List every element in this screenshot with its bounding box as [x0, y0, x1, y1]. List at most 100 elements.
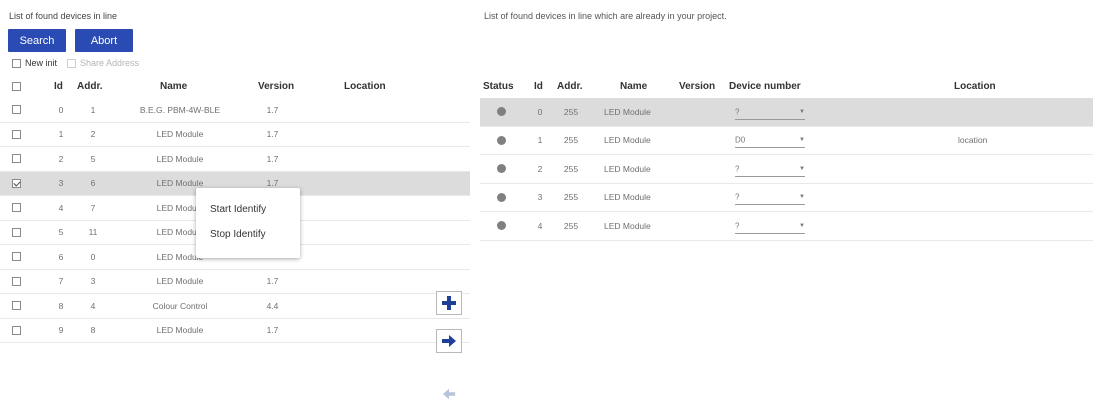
- right-panel-title: List of found devices in line which are …: [484, 11, 727, 21]
- chevron-down-icon: ▼: [799, 194, 805, 201]
- row-checkbox[interactable]: [12, 301, 21, 311]
- col-status[interactable]: Status: [483, 81, 514, 92]
- col-name[interactable]: Name: [620, 81, 647, 92]
- row-checkbox[interactable]: [12, 178, 21, 188]
- cell-location: [958, 212, 1018, 240]
- stop-identify-item[interactable]: Stop Identify: [210, 229, 266, 240]
- col-id[interactable]: Id: [54, 81, 63, 92]
- table-row[interactable]: 2 255 LED Module? ▼: [480, 155, 1093, 184]
- cell-addr: 255: [563, 135, 579, 146]
- cell-version: [680, 184, 720, 212]
- cell-location: [320, 270, 420, 294]
- col-addr[interactable]: Addr.: [77, 81, 103, 92]
- col-device-number[interactable]: Device number: [729, 81, 801, 92]
- status-dot: [497, 135, 506, 145]
- row-checkbox[interactable]: [12, 252, 21, 262]
- col-version[interactable]: Version: [679, 81, 715, 92]
- cell-version: 1.7: [266, 129, 279, 140]
- device-number-select[interactable]: ? ▼: [735, 184, 805, 212]
- cell-location: [320, 319, 420, 343]
- share-address-checkbox: [67, 58, 77, 68]
- add-button[interactable]: [436, 291, 462, 315]
- new-init-checkbox[interactable]: [12, 58, 21, 68]
- cell-addr: 3: [90, 276, 96, 287]
- device-number-value: ?: [735, 192, 740, 202]
- transfer-right-button[interactable]: [436, 329, 462, 353]
- cell-name: LED Module: [156, 325, 204, 336]
- search-button[interactable]: Search: [8, 29, 66, 52]
- table-row[interactable]: 1 255 LED Module location D0 ▼: [480, 126, 1093, 155]
- col-addr[interactable]: Addr.: [557, 81, 583, 92]
- table-row[interactable]: 0 255 LED Module? ▼: [480, 98, 1093, 127]
- cell-name: B.E.G. PBM-4W-BLE: [139, 104, 221, 115]
- left-table-header: Id Addr. Name Version Location: [0, 76, 470, 98]
- cell-addr: 5: [90, 153, 96, 164]
- status-dot: [497, 221, 506, 231]
- col-name[interactable]: Name: [160, 81, 187, 92]
- row-checkbox[interactable]: [12, 203, 21, 213]
- cell-location: [320, 196, 420, 220]
- device-number-select[interactable]: ? ▼: [735, 155, 805, 183]
- table-row[interactable]: 3 255 LED Module? ▼: [480, 183, 1093, 212]
- context-menu: Start Identify Stop Identify: [196, 188, 300, 258]
- row-checkbox[interactable]: [12, 154, 21, 164]
- col-location[interactable]: Location: [344, 81, 386, 92]
- cell-location: [320, 221, 420, 245]
- cell-location: [320, 172, 420, 196]
- row-checkbox[interactable]: [12, 129, 21, 139]
- cell-id: 5: [58, 227, 64, 238]
- cell-id: 1: [58, 129, 64, 140]
- device-number-select[interactable]: ? ▼: [735, 212, 805, 240]
- abort-button[interactable]: Abort: [75, 29, 133, 52]
- table-row[interactable]: 4 255 LED Module? ▼: [480, 212, 1093, 241]
- share-address-label: Share Address: [80, 58, 140, 68]
- device-number-select[interactable]: ? ▼: [735, 98, 805, 126]
- device-number-value: ?: [735, 164, 740, 174]
- cell-location: [958, 98, 1018, 126]
- cell-name: Colour Control: [152, 300, 208, 311]
- chevron-down-icon: ▼: [799, 108, 805, 115]
- cell-id: 2: [537, 163, 543, 174]
- cell-version: [680, 155, 720, 183]
- table-row[interactable]: 7 3 LED Module 1.7: [0, 270, 470, 294]
- row-checkbox[interactable]: [12, 227, 21, 237]
- cell-name: LED Module: [604, 192, 651, 203]
- cell-location: [320, 147, 420, 171]
- select-all-checkbox[interactable]: [12, 82, 21, 91]
- table-row[interactable]: 9 8 LED Module 1.7: [0, 319, 470, 343]
- cell-version: [680, 212, 720, 240]
- cell-name: LED Module: [604, 106, 651, 117]
- device-number-value: D0: [735, 135, 746, 145]
- cell-id: 3: [58, 178, 64, 189]
- col-id[interactable]: Id: [534, 81, 543, 92]
- cell-location: [958, 155, 1018, 183]
- cell-name: LED Module: [156, 276, 204, 287]
- status-dot: [497, 107, 506, 117]
- table-row[interactable]: 8 4 Colour Control 4.4: [0, 294, 470, 319]
- cell-addr: 1: [90, 104, 96, 115]
- chevron-down-icon: ▼: [799, 137, 805, 144]
- cell-location: [320, 98, 420, 122]
- table-row[interactable]: 1 2 LED Module 1.7: [0, 123, 470, 147]
- start-identify-item[interactable]: Start Identify: [210, 204, 266, 215]
- cell-id: 3: [537, 192, 543, 203]
- table-row[interactable]: 0 1 B.E.G. PBM-4W-BLE 1.7: [0, 98, 470, 123]
- table-row[interactable]: 2 5 LED Module 1.7: [0, 147, 470, 172]
- row-checkbox[interactable]: [12, 105, 21, 115]
- cell-location: location: [958, 135, 988, 146]
- cell-addr: 4: [90, 300, 96, 311]
- left-panel-title: List of found devices in line: [9, 11, 118, 21]
- chevron-down-icon: ▼: [799, 222, 805, 229]
- cell-location: [320, 294, 420, 318]
- col-version[interactable]: Version: [258, 81, 294, 92]
- transfer-left-button: [436, 382, 462, 406]
- device-number-value: ?: [735, 221, 740, 231]
- cell-id: 2: [58, 153, 64, 164]
- row-checkbox[interactable]: [12, 276, 21, 286]
- device-number-select[interactable]: D0 ▼: [735, 127, 805, 155]
- cell-addr: 2: [90, 129, 96, 140]
- status-dot: [497, 164, 506, 174]
- row-checkbox[interactable]: [12, 325, 21, 335]
- cell-id: 7: [58, 276, 64, 287]
- col-location[interactable]: Location: [954, 81, 996, 92]
